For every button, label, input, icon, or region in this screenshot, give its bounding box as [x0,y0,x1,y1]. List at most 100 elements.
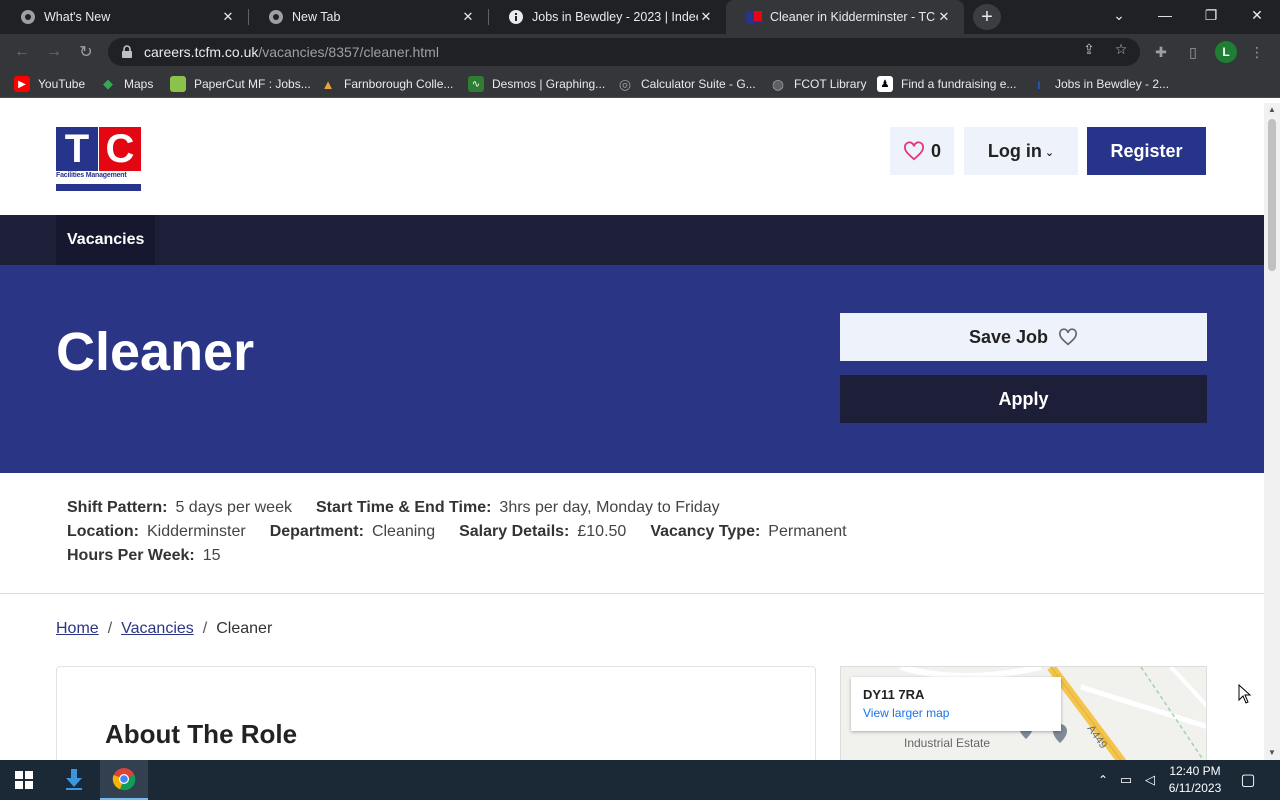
extensions-icon[interactable]: ✚ [1151,42,1171,62]
save-job-button[interactable]: Save Job [840,313,1207,361]
details-row: Location: Kidderminster Department: Cleani… [67,523,871,541]
details-row: Hours Per Week: 15 [67,547,245,565]
tc-icon [746,9,762,25]
heart-outline-icon [1059,328,1078,346]
papercut-icon [170,76,186,92]
chrome-icon [20,9,36,25]
indeed-icon: ı [1037,76,1041,92]
bookmark-maps[interactable]: ◆ Maps [100,75,153,93]
bookmark-youtube[interactable]: ▶ YouTube [14,75,85,93]
address-bar[interactable]: careers.tcfm.co.uk/vacancies/8357/cleane… [108,38,1140,66]
side-panel-icon[interactable]: ▯ [1183,42,1203,62]
scroll-thumb[interactable] [1268,119,1276,271]
chrome-icon [268,9,284,25]
menu-kebab-icon[interactable]: ⋮ [1247,42,1267,62]
tab-search-icon[interactable]: ⌄ [1096,0,1142,30]
details-row: Shift Pattern: 5 days per week Start Time… [67,499,744,517]
bookmark-fundraising[interactable]: ♟ Find a fundraising e... [877,75,1016,93]
chevron-down-icon: ⌄ [1044,147,1055,159]
bookmarks-bar: ▶ YouTube ◆ Maps PaperCut MF : Jobs... ▲… [0,70,1280,98]
back-icon[interactable]: ← [10,41,34,63]
browser-toolbar: ← → ↻ careers.tcfm.co.uk/vacancies/8357/… [0,34,1280,70]
breadcrumb-home-link[interactable]: Home [56,620,99,638]
chrome-taskbar-icon[interactable] [100,760,148,800]
desmos-icon: ∿ [468,76,484,92]
url-text: careers.tcfm.co.uk/vacancies/8357/cleane… [144,44,439,60]
close-window-button[interactable]: ✕ [1234,0,1280,30]
youtube-icon: ▶ [14,76,30,92]
hours-per-week: Hours Per Week: 15 [67,547,221,564]
heart-icon [903,141,924,161]
system-clock[interactable]: 12:40 PM 6/11/2023 [1160,763,1230,797]
bookmark-indeed[interactable]: ı Jobs in Bewdley - 2... [1031,75,1169,93]
page-scrollbar[interactable]: ▲ ▼ [1264,103,1280,760]
close-tab-icon[interactable]: ✕ [698,9,714,25]
favourites-count: 0 [930,140,941,161]
tray-chevron-icon[interactable]: ⌃ [1094,760,1112,800]
breadcrumb-current: Cleaner [216,620,273,637]
minimize-button[interactable]: — [1142,0,1188,30]
bookmark-fcot-library[interactable]: ◍ FCOT Library [770,75,867,93]
logo-subtitle: Facilities Management [56,172,127,179]
farnborough-icon: ▲ [321,76,335,92]
geogebra-icon: ◎ [618,75,632,92]
shift-pattern: Shift Pattern: 5 days per week [67,499,292,516]
location-map[interactable]: Industrial Estate A449 DY11 7RA View lar… [840,666,1207,760]
network-icon[interactable]: ▭ [1116,760,1136,800]
main-nav: Vacancies [0,215,1264,265]
about-role-card: About The Role [56,666,816,760]
share-icon[interactable]: ⇪ [1080,40,1098,58]
download-app-icon[interactable] [52,760,96,800]
close-tab-icon[interactable]: ✕ [936,9,952,25]
volume-muted-icon[interactable]: ◁ [1140,760,1160,800]
scroll-up-icon[interactable]: ▲ [1264,103,1280,117]
tab-whats-new[interactable]: What's New ✕ [0,0,248,34]
reload-icon[interactable]: ↻ [74,41,98,63]
profile-avatar[interactable]: L [1215,41,1237,63]
tab-indeed[interactable]: Jobs in Bewdley - 2023 | Indeed.c ✕ [488,0,726,34]
forward-icon[interactable]: → [42,41,66,63]
tc-logo[interactable]: T C Facilities Management [56,127,141,191]
nav-item-vacancies[interactable]: Vacancies [56,215,156,265]
lock-icon [120,45,134,59]
salary-details: Salary Details: £10.50 [459,523,627,540]
close-tab-icon[interactable]: ✕ [460,9,476,25]
restore-button[interactable]: ❐ [1188,0,1234,30]
map-area-label: Industrial Estate [904,736,991,750]
view-larger-map-link[interactable]: View larger map [863,706,1049,720]
mouse-cursor-icon [1238,684,1252,704]
notifications-icon[interactable]: ▢ [1236,760,1260,800]
maps-icon: ◆ [103,76,113,91]
bookmark-papercut[interactable]: PaperCut MF : Jobs... [170,75,311,93]
register-button[interactable]: Register [1087,127,1206,175]
job-hero: Cleaner Save Job Apply [0,265,1264,473]
bookmark-calculator-suite[interactable]: ◎ Calculator Suite - G... [617,75,756,93]
job-details: Shift Pattern: 5 days per week Start Time… [0,473,1264,594]
breadcrumb: Home / Vacancies / Cleaner [56,620,273,638]
login-button[interactable]: Log in ⌄ [964,127,1078,175]
vacancy-type: Vacancy Type: Permanent [650,523,847,540]
new-tab-button[interactable]: + [973,4,1001,30]
bookmark-farnborough[interactable]: ▲ Farnborough Colle... [320,75,454,93]
breadcrumb-vacancies-link[interactable]: Vacancies [121,620,194,638]
close-tab-icon[interactable]: ✕ [220,9,236,25]
about-role-heading: About The Role [105,719,298,749]
info-icon [508,9,524,25]
department: Department: Cleaning [269,523,436,540]
windows-start-icon[interactable] [0,760,48,800]
location: Location: Kidderminster [67,523,246,540]
globe-icon: ◍ [771,75,785,92]
scroll-down-icon[interactable]: ▼ [1264,746,1280,760]
web-page: T C Facilities Management 0 Log in ⌄ Regi… [0,103,1264,760]
browser-tab-strip: What's New ✕ New Tab ✕ Jobs in Bewdley -… [0,0,1280,34]
favourites-button[interactable]: 0 [890,127,954,175]
tab-new-tab[interactable]: New Tab ✕ [248,0,488,34]
windows-taskbar: ⌃ ▭ ◁ 12:40 PM 6/11/2023 ▢ [0,760,1280,800]
map-info-card: DY11 7RA View larger map [851,677,1061,731]
tab-cleaner-active[interactable]: Cleaner in Kidderminster - TC Fa ✕ [726,0,964,34]
bookmark-star-icon[interactable]: ☆ [1112,40,1130,58]
start-end-time: Start Time & End Time: 3hrs per day, Mond… [315,499,720,516]
bookmark-desmos[interactable]: ∿ Desmos | Graphing... [468,75,605,93]
map-postcode: DY11 7RA [863,687,925,702]
apply-button[interactable]: Apply [840,375,1207,423]
